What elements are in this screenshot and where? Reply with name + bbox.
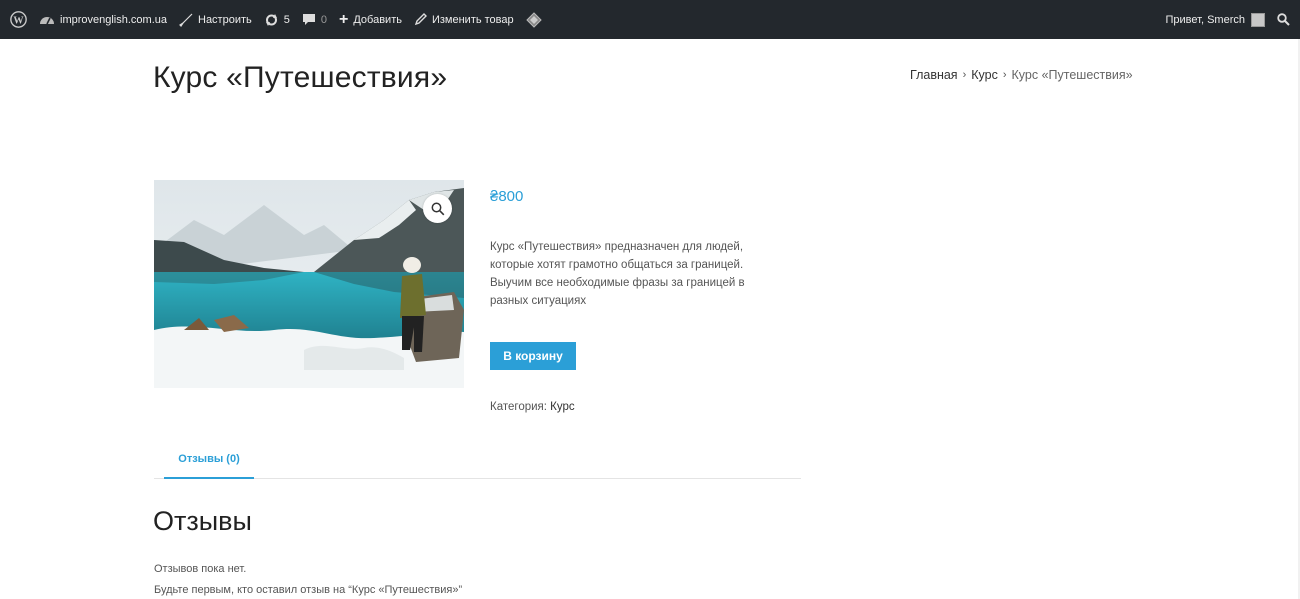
category-label: Категория: (490, 401, 547, 413)
zoom-button[interactable] (423, 194, 452, 223)
reviews-heading: Отзывы (153, 506, 252, 536)
seo-menu-button[interactable] (520, 0, 548, 39)
brush-icon (179, 13, 193, 27)
updates-link[interactable]: 5 (258, 0, 296, 39)
product-category: Категория: Курс (490, 401, 575, 413)
updates-icon (264, 13, 279, 27)
diamond-icon (525, 11, 542, 28)
breadcrumb-separator: › (962, 69, 967, 81)
account-menu[interactable]: Привет, Smerch (1160, 0, 1271, 39)
svg-text:W: W (13, 15, 24, 26)
customize-link[interactable]: Настроить (173, 0, 258, 39)
plus-icon: + (339, 10, 349, 28)
wordpress-logo-button[interactable]: W (0, 0, 33, 39)
product-tabs: Отзывы (0) (154, 440, 801, 479)
page-title: Курс «Путешествия» (153, 61, 448, 94)
comments-link[interactable]: 0 (296, 0, 333, 39)
product-description: Курс «Путешествия» предназначен для люде… (490, 241, 745, 307)
updates-count: 5 (283, 13, 290, 26)
category-link[interactable]: Курс (550, 401, 574, 413)
comments-count: 0 (320, 13, 327, 26)
avatar (1251, 12, 1265, 27)
product-price: ₴800 (490, 188, 524, 205)
comment-icon (302, 13, 316, 26)
tab-reviews[interactable]: Отзывы (0) (164, 440, 254, 479)
search-button[interactable] (1271, 0, 1300, 39)
no-reviews-text: Отзывов пока нет. (154, 563, 247, 575)
breadcrumb-category-link[interactable]: Курс (971, 68, 998, 82)
search-icon (1277, 13, 1290, 26)
edit-product-label: Изменить товар (431, 13, 514, 26)
dashboard-icon (39, 13, 55, 27)
site-name-link[interactable]: improvenglish.com.ua (33, 0, 173, 39)
add-new-link[interactable]: + Добавить (333, 0, 408, 39)
breadcrumb-home-link[interactable]: Главная (910, 68, 958, 82)
customize-label: Настроить (198, 13, 252, 26)
breadcrumb-separator: › (1002, 69, 1007, 81)
be-first-text: Будьте первым, кто оставил отзыв на “Кур… (154, 584, 463, 596)
add-to-cart-button[interactable]: В корзину (490, 342, 576, 370)
admin-bar: W improvenglish.com.ua Настроить 5 0 + Д… (0, 0, 1300, 39)
pencil-icon (414, 13, 427, 26)
add-new-label: Добавить (353, 13, 402, 26)
edit-product-link[interactable]: Изменить товар (408, 0, 520, 39)
product-image[interactable] (154, 180, 464, 388)
wordpress-icon: W (10, 11, 27, 28)
site-name-label: improvenglish.com.ua (60, 13, 167, 26)
greeting-label: Привет, Smerch (1165, 13, 1245, 26)
breadcrumb: Главная › Курс › Курс «Путешествия» (910, 68, 1133, 82)
magnifier-icon (431, 202, 444, 215)
breadcrumb-current: Курс «Путешествия» (1011, 68, 1133, 82)
